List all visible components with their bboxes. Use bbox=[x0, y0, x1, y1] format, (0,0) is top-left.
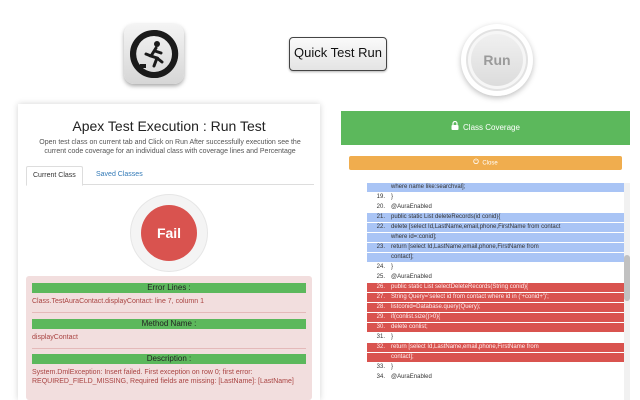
line-number: 28. bbox=[376, 304, 385, 310]
code-line: 29. if(conlist.size()>0){ bbox=[367, 313, 624, 322]
code-line: contact]; bbox=[367, 253, 624, 262]
line-number: 34. bbox=[376, 374, 385, 380]
description-text: System.DmlException: Insert failed. Firs… bbox=[32, 369, 294, 385]
line-number: 25. bbox=[376, 274, 385, 280]
divider bbox=[32, 348, 306, 349]
code-line: contact]; bbox=[367, 353, 624, 362]
line-number: 32. bbox=[376, 344, 385, 350]
code-text: return [select Id,LastName,email,phone,F… bbox=[391, 244, 539, 250]
code-text: @AuraEnabled bbox=[391, 204, 432, 210]
code-line: 23. return [select Id,LastName,email,phon… bbox=[367, 243, 624, 252]
error-lines-text: Class.TestAuraContact.displayContact: li… bbox=[32, 298, 204, 305]
line-number: 21. bbox=[376, 214, 385, 220]
code-line: 27. String Query='select id from contact … bbox=[367, 293, 624, 302]
code-text: String Query='select id from contact whe… bbox=[391, 294, 549, 300]
code-line: 24.} bbox=[367, 263, 624, 272]
run-button-label: Run bbox=[471, 34, 523, 86]
close-button[interactable]: Close bbox=[349, 156, 622, 170]
code-line: 25. @AuraEnabled bbox=[367, 273, 624, 282]
line-number: 22. bbox=[376, 224, 385, 230]
scrollbar[interactable] bbox=[624, 183, 630, 400]
line-number: 23. bbox=[376, 244, 385, 250]
method-name-header: Method Name : bbox=[32, 319, 306, 329]
description-header: Description : bbox=[32, 354, 306, 364]
quick-test-run-button[interactable]: Quick Test Run bbox=[289, 37, 387, 71]
code-line: 20. @AuraEnabled bbox=[367, 203, 624, 212]
line-number: 31. bbox=[376, 334, 385, 340]
app-logo-stopwatch-icon bbox=[124, 24, 184, 84]
divider bbox=[32, 312, 306, 313]
code-line: 21. public static List deleteRecords(id c… bbox=[367, 213, 624, 222]
code-text: contact]; bbox=[391, 354, 414, 360]
code-text: contact]; bbox=[391, 254, 414, 260]
code-text: where id=:conid]; bbox=[391, 234, 437, 240]
code-line: where id=:conid]; bbox=[367, 233, 624, 242]
code-line: 22. delete [select Id,LastName,email,phon… bbox=[367, 223, 624, 232]
code-text: where name like:searchval]; bbox=[391, 184, 466, 190]
code-coverage-view[interactable]: where name like:searchval]; 19.} 20. @AuraE… bbox=[367, 183, 624, 400]
fail-badge: Fail bbox=[141, 205, 197, 261]
code-text: if(conlist.size()>0){ bbox=[391, 314, 441, 320]
code-text: public static List selectDeleteRecords(S… bbox=[391, 284, 529, 290]
line-number: 30. bbox=[376, 324, 385, 330]
code-text: @AuraEnabled bbox=[391, 374, 432, 380]
line-number: 26. bbox=[376, 284, 385, 290]
line-number: 20. bbox=[376, 204, 385, 210]
line-number: 24. bbox=[376, 264, 385, 270]
class-coverage-panel: Class Coverage Close where name like:sea… bbox=[341, 111, 630, 400]
method-name-text: displayContact bbox=[32, 334, 78, 341]
code-text: delete [select Id,LastName,email,phone,F… bbox=[391, 224, 561, 230]
code-line: 33.} bbox=[367, 363, 624, 372]
tab-saved-classes[interactable]: Saved Classes bbox=[90, 166, 149, 184]
panel-title: Apex Test Execution : Run Test bbox=[72, 118, 266, 134]
lock-icon bbox=[451, 111, 459, 145]
code-text: } bbox=[391, 364, 394, 370]
line-number: 19. bbox=[376, 194, 385, 200]
code-text: return [select Id,LastName,email,phone,F… bbox=[391, 344, 539, 350]
code-line: 34. @AuraEnabled bbox=[367, 373, 624, 382]
code-text: } bbox=[391, 194, 394, 200]
tab-current-class[interactable]: Current Class bbox=[26, 166, 83, 186]
power-icon bbox=[473, 156, 480, 170]
line-number: 29. bbox=[376, 314, 385, 320]
code-text: } bbox=[391, 264, 394, 270]
panel-description: Open test class on current tab and Click… bbox=[39, 139, 301, 155]
close-label: Close bbox=[482, 160, 498, 167]
code-line: 32. return [select Id,LastName,email,phon… bbox=[367, 343, 624, 352]
code-text: public static List deleteRecords(id coni… bbox=[391, 214, 501, 220]
code-line: 31.} bbox=[367, 333, 624, 342]
error-details-box: Error Lines : Class.TestAuraContact.disp… bbox=[26, 276, 312, 400]
code-text: @AuraEnabled bbox=[391, 274, 432, 280]
code-line: 28. listconid=Database.query(Query); bbox=[367, 303, 624, 312]
code-text: listconid=Database.query(Query); bbox=[391, 304, 481, 310]
class-coverage-header: Class Coverage bbox=[341, 111, 630, 145]
code-text: delete conlist; bbox=[391, 324, 428, 330]
tab-bar: Current Class Saved Classes bbox=[26, 166, 314, 186]
code-line: 19.} bbox=[367, 193, 624, 202]
run-button[interactable]: Run bbox=[461, 24, 533, 96]
result-indicator: Fail bbox=[131, 195, 207, 271]
code-line: 30. delete conlist; bbox=[367, 323, 624, 332]
line-number: 27. bbox=[376, 294, 385, 300]
code-text: } bbox=[391, 334, 394, 340]
class-coverage-title: Class Coverage bbox=[463, 123, 520, 133]
code-line: where name like:searchval]; bbox=[367, 183, 624, 192]
error-lines-header: Error Lines : bbox=[32, 283, 306, 293]
line-number: 33. bbox=[376, 364, 385, 370]
test-execution-panel: Apex Test Execution : Run Test Open test… bbox=[18, 104, 320, 400]
code-line: 26. public static List selectDeleteRecord… bbox=[367, 283, 624, 292]
scrollbar-thumb[interactable] bbox=[624, 255, 630, 301]
